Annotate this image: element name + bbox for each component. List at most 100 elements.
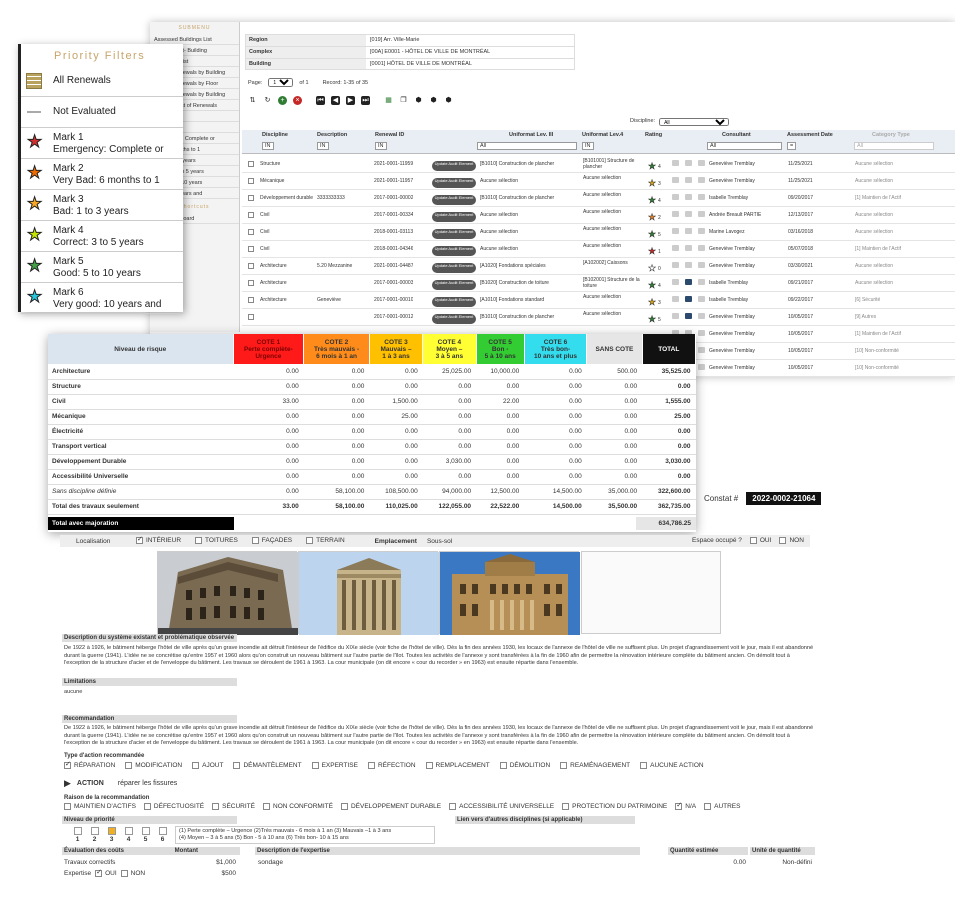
col-renewal-id[interactable]: Renewal ID (375, 132, 404, 138)
table-row[interactable]: Architecture Geneviève 2017-0001-00010 Upda… (242, 292, 955, 309)
camera-icon[interactable] (685, 194, 692, 200)
list-icon[interactable] (698, 364, 705, 370)
checkbox-box[interactable] (311, 762, 319, 769)
shield-icon[interactable]: ⬢ (429, 96, 438, 105)
prev-page-icon[interactable]: ◀ (331, 96, 340, 105)
filter-lev3[interactable]: All (477, 142, 577, 150)
update-audit-button[interactable]: Update Audit Element (432, 178, 476, 188)
checkbox-box[interactable] (251, 537, 259, 545)
list-icon[interactable] (698, 330, 705, 336)
list-icon[interactable] (698, 228, 705, 234)
col-rating[interactable]: Rating (645, 132, 662, 138)
priority-level-option[interactable]: 2 (89, 827, 100, 843)
update-audit-button[interactable]: Update Audit Element (432, 195, 476, 205)
update-audit-button[interactable]: Update Audit Element (432, 161, 476, 171)
col-discipline[interactable]: Discipline (262, 132, 288, 138)
update-audit-button[interactable]: Update Audit Element (432, 212, 476, 222)
doc-icon[interactable] (672, 245, 679, 251)
col-assessment-date[interactable]: Assessment Date (787, 132, 833, 138)
expertise-non-checkbox[interactable]: NON (120, 870, 145, 877)
action-option-checkbox[interactable]: MODIFICATION (125, 762, 182, 769)
checkbox-box[interactable] (449, 803, 457, 810)
rating-star-icon[interactable]: ★ (648, 161, 656, 172)
checkbox-box[interactable] (675, 801, 683, 810)
update-audit-button[interactable]: Update Audit Element (432, 314, 476, 324)
action-option-checkbox[interactable]: DÉMANTÈLEMENT (233, 762, 302, 769)
list-icon[interactable] (698, 296, 705, 302)
doc-icon[interactable] (672, 194, 679, 200)
action-option-checkbox[interactable]: RÉPARATION (64, 760, 115, 769)
sort-icon[interactable]: ⇅ (248, 96, 257, 105)
priority-filter-item[interactable]: ★ Mark 4 Correct: 3 to 5 years (21, 221, 183, 252)
action-option-checkbox[interactable]: RÉFECTION (367, 762, 416, 769)
row-checkbox[interactable] (248, 314, 254, 320)
checkbox-box[interactable] (64, 803, 71, 810)
rating-star-icon[interactable]: ★ (648, 314, 656, 325)
espace-oui-checkbox[interactable]: OUI (749, 537, 771, 544)
action-option-checkbox[interactable]: REAMÉNAGEMENT (560, 762, 630, 769)
row-checkbox[interactable] (248, 178, 254, 184)
filter-renewal[interactable]: IN (375, 142, 387, 150)
camera-icon[interactable] (685, 296, 692, 302)
excel-export-icon[interactable]: ▦ (384, 96, 393, 105)
checkbox-box[interactable] (562, 803, 570, 810)
checkbox-box[interactable] (306, 537, 314, 545)
col-description[interactable]: Description (317, 132, 347, 138)
row-checkbox[interactable] (248, 263, 254, 269)
camera-icon[interactable] (685, 279, 692, 285)
building-photo-3[interactable] (439, 551, 580, 635)
update-audit-button[interactable]: Update Audit Element (432, 246, 476, 256)
priority-level-option[interactable]: 6 (157, 827, 168, 843)
priority-filter-item[interactable]: ★ Mark 6 Very good: 10 years and (21, 283, 183, 314)
copy-icon[interactable]: ❐ (399, 96, 408, 105)
building-photo-2[interactable] (298, 551, 439, 635)
localisation-option-checkbox[interactable]: TOITURES (195, 537, 238, 545)
next-page-icon[interactable]: ▶ (346, 96, 355, 105)
filter-discipline[interactable]: IN (262, 142, 274, 150)
list-icon[interactable] (698, 245, 705, 251)
row-checkbox[interactable] (248, 280, 254, 286)
raison-option-checkbox[interactable]: PROTECTION DU PATRIMOINE (562, 803, 667, 810)
raison-option-checkbox[interactable]: ACCESSIBILITÉ UNIVERSELLE (449, 803, 554, 810)
localisation-option-checkbox[interactable]: FAÇADES (251, 537, 292, 545)
priority-level-box[interactable] (73, 827, 82, 835)
checkbox-box[interactable] (340, 803, 348, 810)
camera-icon[interactable] (685, 245, 692, 251)
table-row[interactable]: Architecture 2017-0001-00003 Update Audit … (242, 275, 955, 292)
table-row[interactable]: Mécanique 2021-0001-11957 Update Audit Ele… (242, 173, 955, 190)
doc-icon[interactable] (672, 279, 679, 285)
table-row[interactable]: Structure 2021-0001-11959 Update Audit Ele… (242, 156, 955, 173)
checkbox-box[interactable] (125, 762, 133, 769)
checkbox-box[interactable] (195, 537, 203, 545)
table-row[interactable]: 2017-0001-00012 Update Audit Element [B101… (242, 309, 955, 326)
checkbox-box[interactable] (499, 762, 507, 769)
col-category-type[interactable]: Category Type (872, 132, 910, 138)
play-icon[interactable]: ▶ (64, 778, 71, 789)
action-option-checkbox[interactable]: EXPERTISE (311, 762, 358, 769)
photo-slot-empty[interactable] (581, 551, 721, 634)
first-page-icon[interactable]: ⏮ (316, 96, 325, 105)
update-audit-button[interactable]: Update Audit Element (432, 297, 476, 307)
col-uniformat-lev3[interactable]: Uniformat Lev. III (509, 132, 553, 138)
last-page-icon[interactable]: ⏭ (361, 96, 370, 105)
rating-star-icon[interactable]: ★ (648, 246, 656, 257)
priority-level-box[interactable] (124, 827, 133, 835)
doc-icon[interactable] (672, 296, 679, 302)
priority-filter-item[interactable]: ★ Mark 5 Good: 5 to 10 years (21, 252, 183, 283)
filter-category[interactable]: All (854, 142, 934, 150)
table-row[interactable]: Civil 2018-0001-03113 Update Audit Element… (242, 224, 955, 241)
doc-icon[interactable] (672, 211, 679, 217)
checkbox-box[interactable] (64, 760, 71, 769)
raison-option-checkbox[interactable]: NON CONFORMITÉ (263, 803, 333, 810)
rating-star-icon[interactable]: ★ (648, 229, 656, 240)
camera-icon[interactable] (685, 313, 692, 319)
row-checkbox[interactable] (248, 195, 254, 201)
rating-star-icon[interactable]: ★ (648, 280, 656, 291)
row-checkbox[interactable] (248, 161, 254, 167)
checkbox-box[interactable] (233, 762, 241, 769)
list-icon[interactable] (698, 177, 705, 183)
list-icon[interactable] (698, 211, 705, 217)
rating-star-icon[interactable]: ★ (648, 178, 656, 189)
shield-icon[interactable]: ⬢ (444, 96, 453, 105)
table-row[interactable]: Civil 2018-0001-04346 Update Audit Element… (242, 241, 955, 258)
